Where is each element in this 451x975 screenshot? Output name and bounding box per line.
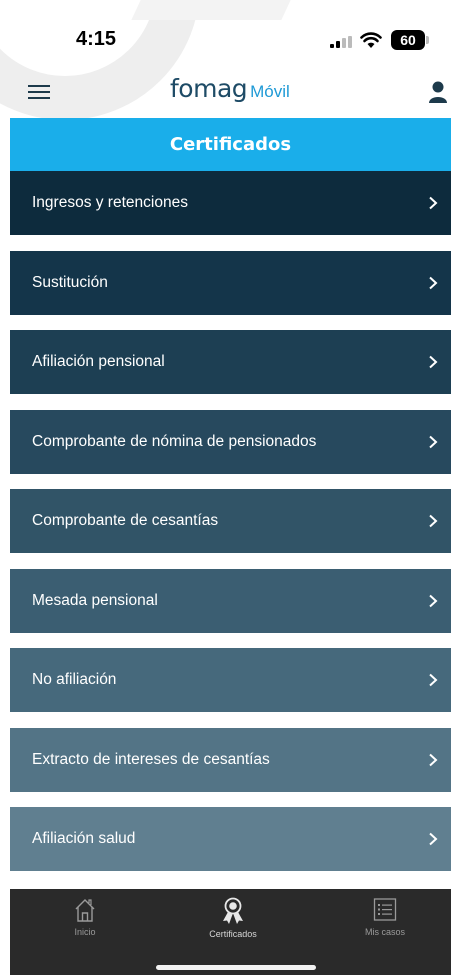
- certificate-item[interactable]: Ingresos y retenciones: [10, 171, 451, 235]
- menu-button[interactable]: [28, 83, 50, 101]
- chevron-right-icon: [429, 753, 438, 767]
- list-icon: [373, 898, 397, 921]
- certificate-icon: [223, 897, 243, 924]
- battery-cap: [426, 36, 429, 44]
- certificate-item-label: Extracto de intereses de cesantías: [32, 751, 270, 768]
- chevron-right-icon: [429, 435, 438, 449]
- chevron-right-icon: [429, 514, 438, 528]
- certificate-item-label: No afiliación: [32, 671, 117, 688]
- tab-certificados[interactable]: Certificados: [178, 889, 288, 949]
- battery-indicator: 60: [391, 30, 425, 50]
- app-logo: fomag Móvil: [170, 74, 290, 110]
- tab-inicio[interactable]: Inicio: [30, 889, 140, 949]
- tab-mis-casos[interactable]: Mis casos: [330, 889, 440, 949]
- status-time: 4:15: [76, 28, 117, 50]
- page-title: Certificados: [169, 134, 292, 155]
- certificate-item[interactable]: Comprobante de nómina de pensionados: [10, 410, 451, 474]
- certificate-item[interactable]: Sustitución: [10, 251, 451, 315]
- certificate-item[interactable]: Comprobante de cesantías: [10, 489, 451, 553]
- certificate-item[interactable]: Mesada pensional: [10, 569, 451, 633]
- logo-main-text: fomag: [170, 74, 248, 103]
- chevron-right-icon: [429, 673, 438, 687]
- wifi-icon: [360, 32, 382, 48]
- certificate-item[interactable]: Afiliación pensional: [10, 330, 451, 394]
- chevron-right-icon: [429, 832, 438, 846]
- chevron-right-icon: [429, 594, 438, 608]
- certificate-item[interactable]: Extracto de intereses de cesantías: [10, 728, 451, 792]
- certificate-item-label: Afiliación pensional: [32, 353, 165, 370]
- user-profile-icon[interactable]: [428, 80, 448, 104]
- certificate-item-label: Afiliación salud: [32, 830, 136, 847]
- page-title-bar: Certificados: [10, 118, 451, 171]
- certificate-item-label: Mesada pensional: [32, 592, 158, 609]
- tab-bar: Inicio Certificados Mis casos: [10, 889, 451, 975]
- certificate-item-label: Comprobante de nómina de pensionados: [32, 433, 317, 450]
- tab-inicio-label: Inicio: [74, 927, 96, 937]
- tab-certificados-label: Certificados: [209, 929, 257, 939]
- certificate-item-label: Sustitución: [32, 274, 108, 291]
- certificate-item[interactable]: No afiliación: [10, 648, 451, 712]
- certificate-item-label: Ingresos y retenciones: [32, 194, 188, 211]
- logo-sub-text: Móvil: [250, 82, 290, 101]
- home-icon: [75, 899, 95, 922]
- chevron-right-icon: [429, 196, 438, 210]
- tab-mis-casos-label: Mis casos: [364, 927, 405, 937]
- signal-icon: [330, 36, 352, 48]
- navigation-bar: fomag Móvil: [0, 68, 451, 118]
- chevron-right-icon: [429, 355, 438, 369]
- certificate-item[interactable]: Afiliación salud: [10, 807, 451, 871]
- home-indicator[interactable]: [156, 965, 316, 970]
- chevron-right-icon: [429, 276, 438, 290]
- header-area: 4:15 60 fomag Móvil: [0, 0, 451, 118]
- status-bar: 4:15 60: [0, 0, 451, 68]
- certificate-item-label: Comprobante de cesantías: [32, 512, 219, 529]
